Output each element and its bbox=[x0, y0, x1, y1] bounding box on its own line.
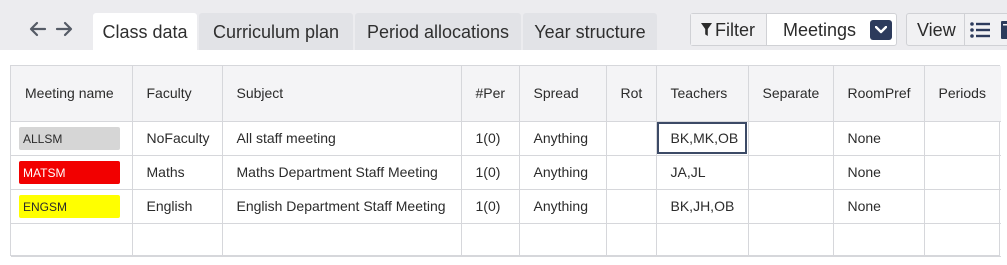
filter-selected-value[interactable]: Meetings bbox=[783, 20, 856, 41]
separate-cell[interactable] bbox=[747, 154, 834, 190]
filter-label: Filter bbox=[715, 20, 755, 40]
tab-period-allocations[interactable]: Period allocations bbox=[355, 13, 521, 50]
teachers-cell[interactable]: BK,JH,OB bbox=[655, 188, 749, 224]
separate-cell[interactable] bbox=[747, 188, 834, 224]
roompref-cell[interactable] bbox=[832, 222, 925, 257]
table-row: ALLSM NoFaculty All staff meeting 1(0) A… bbox=[11, 120, 1001, 156]
periods-cell[interactable] bbox=[923, 188, 1001, 224]
column-header[interactable]: Periods bbox=[923, 66, 1001, 122]
subject-cell[interactable]: Maths Department Staff Meeting bbox=[221, 154, 462, 190]
separate-cell[interactable] bbox=[747, 120, 834, 156]
column-header[interactable]: Rot bbox=[605, 66, 657, 122]
meeting-name-badge: ALLSM bbox=[19, 126, 120, 150]
roompref-cell[interactable]: None bbox=[832, 154, 925, 190]
meetings-table: Meeting name Faculty Subject #Per Spread… bbox=[10, 65, 1001, 257]
tab-year-structure[interactable]: Year structure bbox=[523, 13, 657, 50]
faculty-cell[interactable]: NoFaculty bbox=[131, 120, 223, 156]
table-row-empty bbox=[11, 222, 1001, 257]
rot-cell[interactable] bbox=[605, 120, 657, 156]
chevron-down-icon[interactable] bbox=[870, 20, 892, 40]
arrow-left-icon[interactable] bbox=[27, 18, 49, 40]
column-header[interactable]: Spread bbox=[518, 66, 607, 122]
column-header[interactable]: #Per bbox=[460, 66, 520, 122]
meeting-name-badge: ENGSM bbox=[19, 194, 120, 218]
teachers-cell[interactable]: JA,JL bbox=[655, 154, 749, 190]
periods-count-cell[interactable]: 1(0) bbox=[460, 188, 520, 224]
subject-cell[interactable] bbox=[221, 222, 462, 257]
spread-cell[interactable]: Anything bbox=[518, 154, 607, 190]
column-header[interactable]: Meeting name bbox=[11, 66, 133, 122]
roompref-cell[interactable]: None bbox=[832, 188, 925, 224]
table-view-icon[interactable] bbox=[1001, 21, 1007, 44]
teachers-cell[interactable] bbox=[655, 222, 749, 257]
funnel-icon bbox=[701, 21, 712, 42]
spread-cell[interactable]: Anything bbox=[518, 188, 607, 224]
column-header[interactable]: Teachers bbox=[655, 66, 749, 122]
table-header-row: Meeting name Faculty Subject #Per Spread… bbox=[11, 66, 1001, 122]
column-header[interactable]: RoomPref bbox=[832, 66, 925, 122]
arrow-right-icon[interactable] bbox=[53, 18, 75, 40]
meeting-name-cell[interactable]: ALLSM bbox=[11, 120, 133, 156]
filter-group: Filter Meetings bbox=[690, 13, 897, 46]
periods-count-cell[interactable] bbox=[460, 222, 520, 257]
divider bbox=[964, 14, 965, 45]
meeting-name-cell[interactable] bbox=[11, 222, 133, 257]
table-row: MATSM Maths Maths Department Staff Meeti… bbox=[11, 154, 1001, 190]
periods-count-cell[interactable]: 1(0) bbox=[460, 154, 520, 190]
top-bar: Class data Curriculum plan Period alloca… bbox=[0, 0, 1007, 50]
meeting-name-cell[interactable]: ENGSM bbox=[11, 188, 133, 224]
periods-cell[interactable] bbox=[923, 154, 1001, 190]
meeting-name-badge: MATSM bbox=[19, 160, 120, 184]
view-label[interactable]: View bbox=[917, 20, 956, 41]
spread-cell[interactable] bbox=[518, 222, 607, 257]
spread-cell[interactable]: Anything bbox=[518, 120, 607, 156]
meeting-name-cell[interactable]: MATSM bbox=[11, 154, 133, 190]
rot-cell[interactable] bbox=[605, 188, 657, 224]
subject-cell[interactable]: All staff meeting bbox=[221, 120, 462, 156]
faculty-cell[interactable] bbox=[131, 222, 223, 257]
view-group: View bbox=[906, 13, 1007, 46]
column-header[interactable]: Separate bbox=[747, 66, 834, 122]
list-view-icon[interactable] bbox=[970, 21, 990, 44]
tab-class-data[interactable]: Class data bbox=[93, 13, 197, 50]
periods-cell[interactable] bbox=[923, 120, 1001, 156]
filter-button[interactable]: Filter bbox=[691, 14, 767, 45]
roompref-cell[interactable]: None bbox=[832, 120, 925, 156]
periods-count-cell[interactable]: 1(0) bbox=[460, 120, 520, 156]
periods-cell[interactable] bbox=[923, 222, 1001, 257]
tab-curriculum-plan[interactable]: Curriculum plan bbox=[199, 13, 353, 50]
faculty-cell[interactable]: English bbox=[131, 188, 223, 224]
teachers-cell[interactable]: BK,MK,OB bbox=[655, 120, 749, 156]
separate-cell[interactable] bbox=[747, 222, 834, 257]
subject-cell[interactable]: English Department Staff Meeting bbox=[221, 188, 462, 224]
column-header[interactable]: Faculty bbox=[131, 66, 223, 122]
faculty-cell[interactable]: Maths bbox=[131, 154, 223, 190]
column-header[interactable]: Subject bbox=[221, 66, 462, 122]
rot-cell[interactable] bbox=[605, 222, 657, 257]
table-row: ENGSM English English Department Staff M… bbox=[11, 188, 1001, 224]
rot-cell[interactable] bbox=[605, 154, 657, 190]
